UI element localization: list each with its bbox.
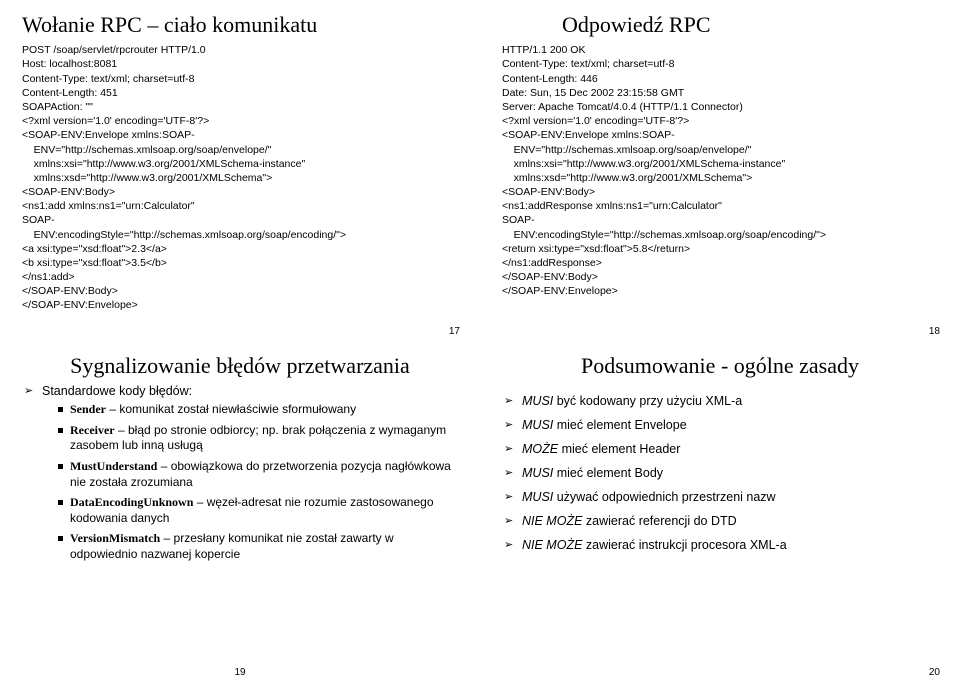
item-text: mieć element Header: [558, 442, 680, 456]
term: VersionMismatch: [70, 531, 160, 545]
emphasis: MUSI: [522, 490, 553, 504]
page-number: 19: [234, 667, 245, 678]
item-text: zawierać instrukcji procesora XML-a: [582, 538, 786, 552]
term: MustUnderstand: [70, 459, 157, 473]
item-text: być kodowany przy użyciu XML-a: [553, 394, 742, 408]
page-number: 20: [929, 667, 940, 678]
slide-18: Odpowiedź RPC HTTP/1.1 200 OK Content-Ty…: [480, 0, 960, 341]
term: DataEncodingUnknown: [70, 495, 193, 509]
page-number: 18: [929, 326, 940, 337]
slide-title: Podsumowanie - ogólne zasady: [502, 353, 938, 378]
emphasis: MUSI: [522, 394, 553, 408]
code-block: POST /soap/servlet/rpcrouter HTTP/1.0 Ho…: [22, 43, 458, 312]
emphasis: NIE MOŻE: [522, 514, 582, 528]
bullet-list: MUSI być kodowany przy użyciu XML-aMUSI …: [502, 394, 938, 562]
term: Receiver: [70, 423, 115, 437]
list-item: NIE MOŻE zawierać instrukcji procesora X…: [508, 538, 938, 552]
item-text: używać odpowiednich przestrzeni nazw: [553, 490, 775, 504]
item-text: – błąd po stronie odbiorcy; np. brak poł…: [70, 423, 446, 453]
slide-title: Odpowiedź RPC: [502, 12, 938, 37]
list-item: Receiver – błąd po stronie odbiorcy; np.…: [58, 423, 458, 454]
list-item: MUSI mieć element Body: [508, 466, 938, 480]
item-text: – komunikat został niewłaściwie sformuło…: [106, 402, 356, 416]
list-item: DataEncodingUnknown – węzeł-adresat nie …: [58, 495, 458, 526]
emphasis: MUSI: [522, 418, 553, 432]
list-intro: Standardowe kody błędów:: [42, 384, 192, 398]
list-item: MUSI być kodowany przy użyciu XML-a: [508, 394, 938, 408]
list-item: NIE MOŻE zawierać referencji do DTD: [508, 514, 938, 528]
list-item: Standardowe kody błędów: Sender – komuni…: [28, 384, 458, 562]
slide-title: Sygnalizowanie błędów przetwarzania: [22, 353, 458, 378]
emphasis: NIE MOŻE: [522, 538, 582, 552]
list-item: Sender – komunikat został niewłaściwie s…: [58, 402, 458, 418]
emphasis: MOŻE: [522, 442, 558, 456]
page-number: 17: [449, 326, 460, 337]
item-text: mieć element Body: [553, 466, 663, 480]
list-item: MUSI mieć element Envelope: [508, 418, 938, 432]
list-item: MustUnderstand – obowiązkowa do przetwor…: [58, 459, 458, 490]
item-text: mieć element Envelope: [553, 418, 686, 432]
term: Sender: [70, 402, 106, 416]
code-block: HTTP/1.1 200 OK Content-Type: text/xml; …: [502, 43, 938, 298]
slide-19: Sygnalizowanie błędów przetwarzania Stan…: [0, 341, 480, 682]
bullet-list: Standardowe kody błędów: Sender – komuni…: [22, 384, 458, 568]
slide-20: Podsumowanie - ogólne zasady MUSI być ko…: [480, 341, 960, 682]
item-text: zawierać referencji do DTD: [582, 514, 736, 528]
list-item: VersionMismatch – przesłany komunikat ni…: [58, 531, 458, 562]
slide-17: Wołanie RPC – ciało komunikatu POST /soa…: [0, 0, 480, 341]
emphasis: MUSI: [522, 466, 553, 480]
list-item: MUSI używać odpowiednich przestrzeni naz…: [508, 490, 938, 504]
list-item: MOŻE mieć element Header: [508, 442, 938, 456]
slide-title: Wołanie RPC – ciało komunikatu: [22, 12, 458, 37]
